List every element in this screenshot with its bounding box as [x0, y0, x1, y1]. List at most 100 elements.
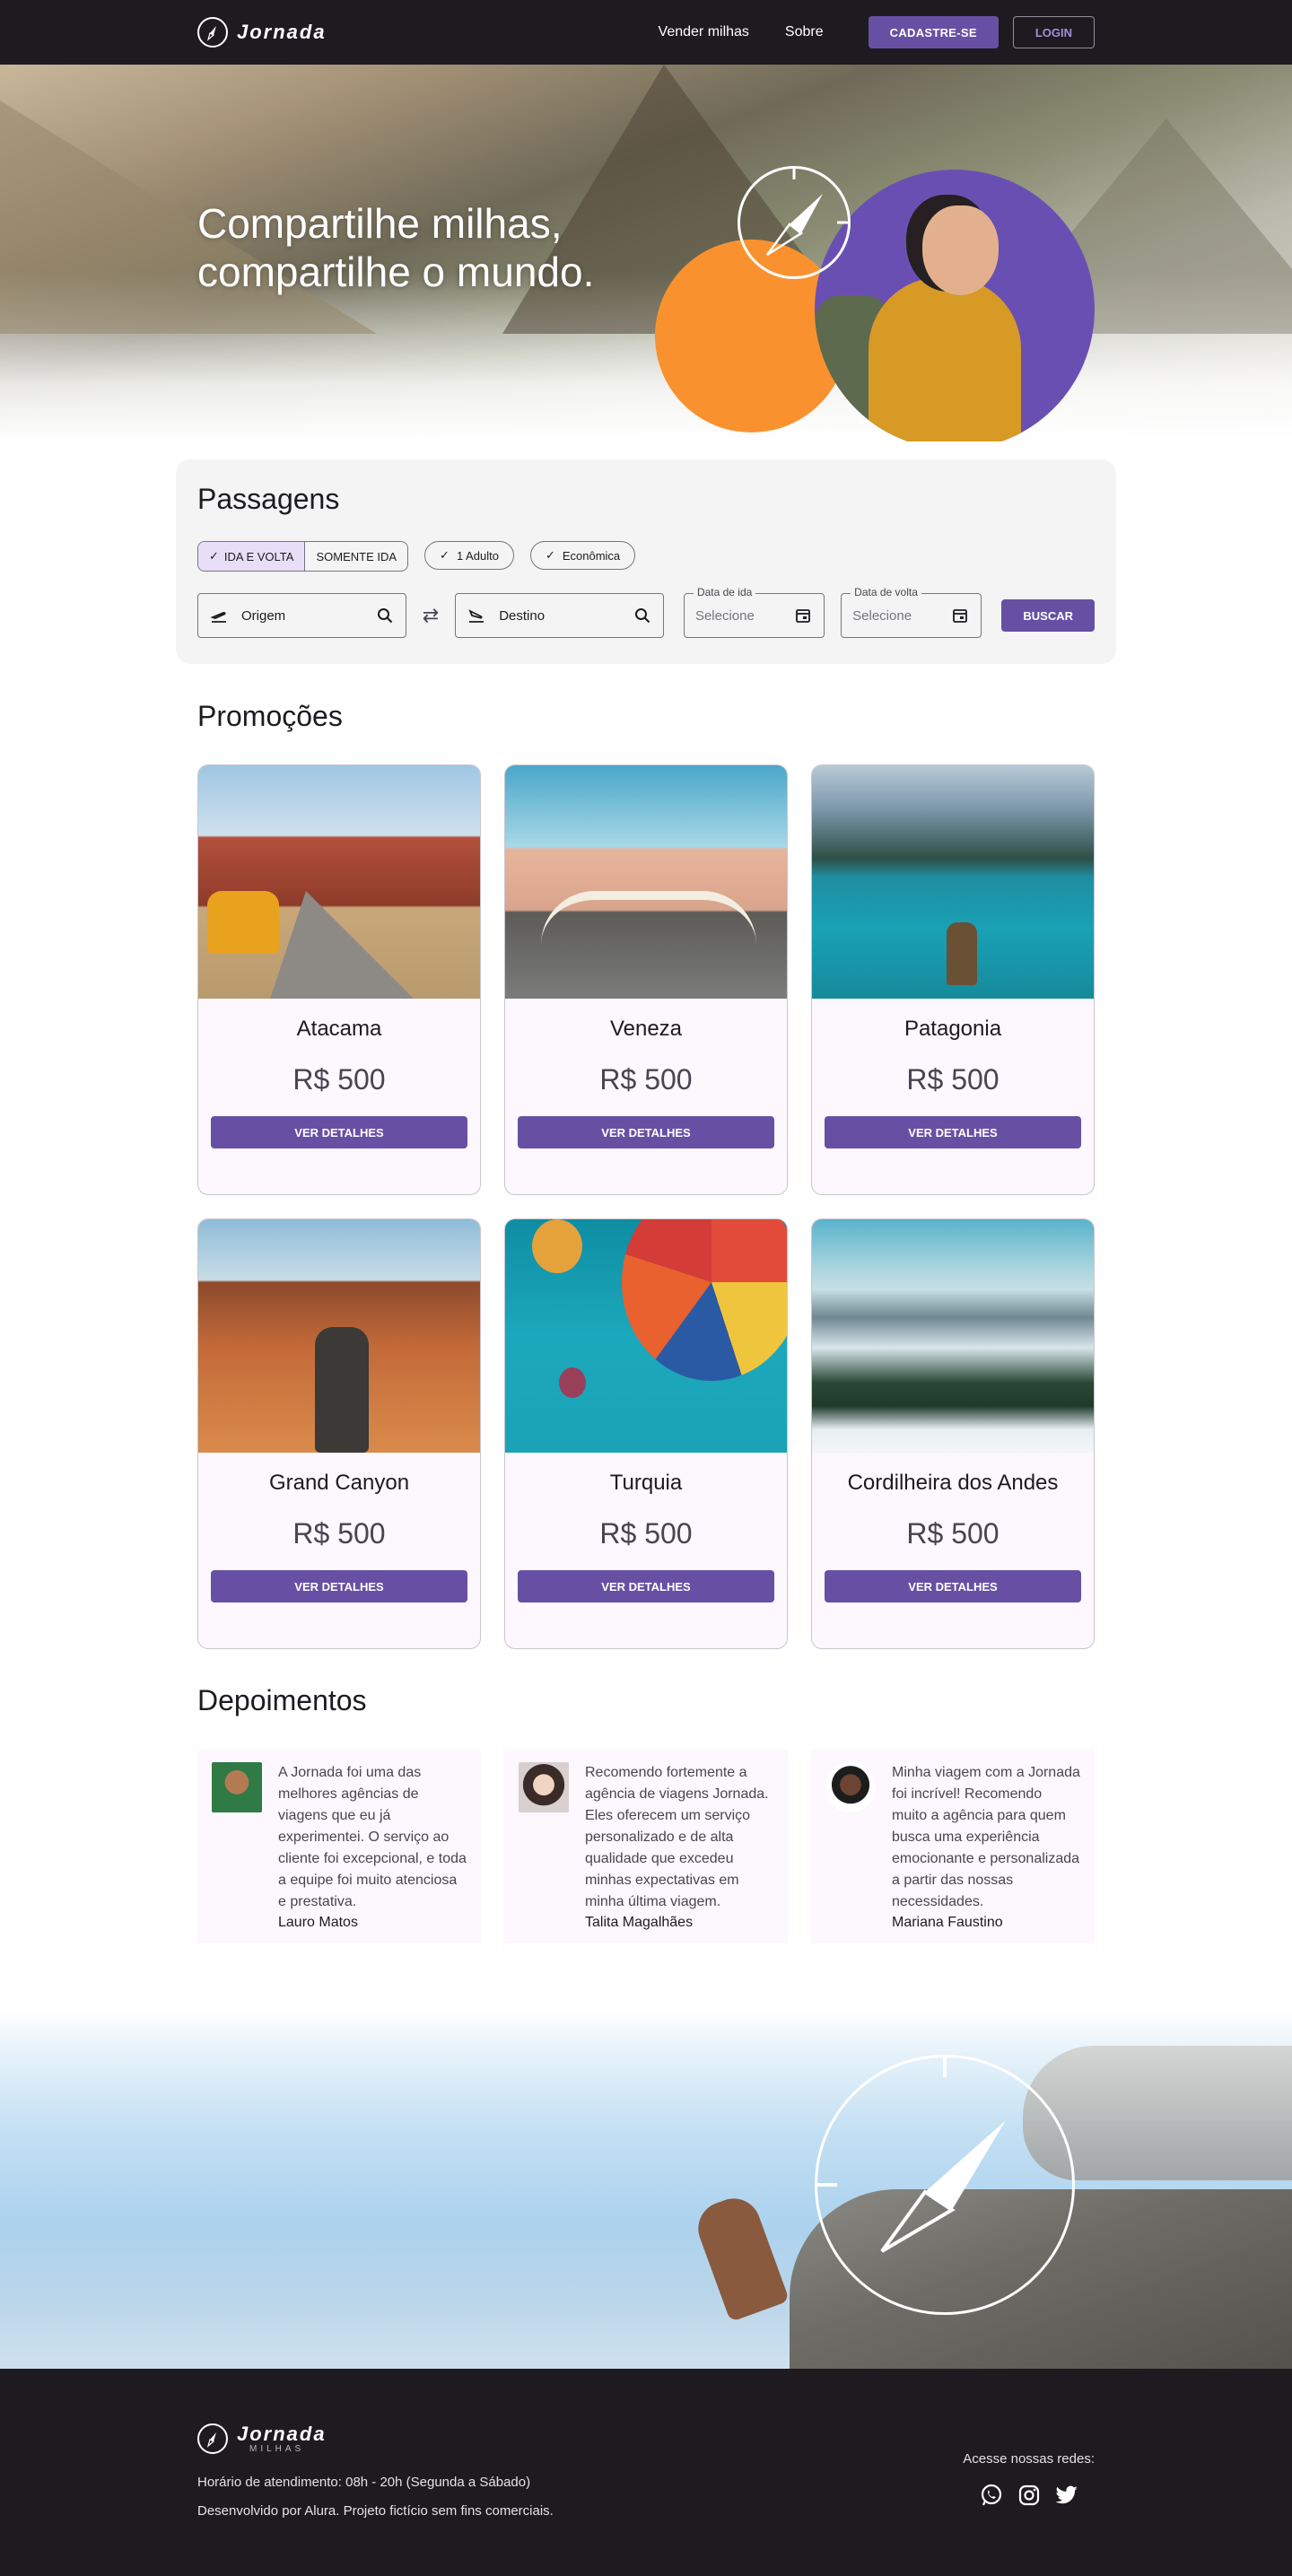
promo-name: Turquia: [609, 1471, 683, 1495]
promo-name: Atacama: [296, 1017, 382, 1041]
nav-link-vender-milhas[interactable]: Vender milhas: [659, 24, 749, 40]
balloon-shape: [622, 1219, 787, 1381]
promo-price: R$ 500: [292, 1063, 386, 1096]
social-label: Acesse nossas redes:: [963, 2451, 1095, 2467]
testimonial-author: Mariana Faustino: [892, 1915, 1003, 1930]
testimonial-text: A Jornada foi uma das melhores agências …: [278, 1765, 467, 1909]
bridge-shape: [541, 891, 756, 945]
promo-price: R$ 500: [599, 1517, 693, 1550]
compass-icon: [738, 166, 851, 279]
return-date-field[interactable]: Data de volta Selecione: [841, 586, 982, 638]
compass-icon: [815, 2055, 1075, 2315]
search-button[interactable]: BUSCAR: [1001, 599, 1095, 632]
destination-placeholder: Destino: [499, 607, 546, 624]
trip-type-round-label: IDA E VOLTA: [223, 549, 294, 563]
traveler-jacket: [869, 277, 1021, 441]
promo-card-veneza: Veneza R$ 500 VER DETALHES: [504, 764, 788, 1195]
testimonials-title: Depoimentos: [197, 1684, 367, 1716]
passengers-label: 1 Adulto: [456, 548, 499, 563]
details-button[interactable]: VER DETALHES: [518, 1116, 774, 1148]
calendar-icon[interactable]: [793, 606, 813, 625]
hero-title-line1: Compartilhe milhas,: [197, 200, 563, 247]
origin-placeholder: Origem: [241, 607, 286, 624]
trip-type-round[interactable]: ✓ IDA E VOLTA: [198, 542, 306, 571]
search-icon[interactable]: [375, 606, 395, 625]
hero-title-line2: compartilhe o mundo.: [197, 249, 595, 295]
footer-logo[interactable]: Jornada MILHAS: [197, 2423, 1095, 2454]
footer: Jornada MILHAS Horário de atendimento: 0…: [0, 2369, 1292, 2576]
class-chip[interactable]: ✓ Econômica: [529, 541, 636, 570]
class-label: Econômica: [562, 548, 621, 563]
details-button[interactable]: VER DETALHES: [825, 1116, 1081, 1148]
details-button[interactable]: VER DETALHES: [825, 1570, 1081, 1602]
promo-image-atacama: [198, 765, 480, 999]
van-shape: [207, 891, 279, 954]
check-icon: ✓: [440, 548, 450, 562]
return-date-placeholder: Selecione: [852, 607, 912, 624]
twitter-icon[interactable]: [1054, 2483, 1079, 2508]
promo-name: Grand Canyon: [268, 1471, 410, 1495]
footer-brand-sub: MILHAS: [249, 2444, 305, 2454]
promo-image-veneza: [505, 765, 787, 999]
page: Jornada Vender milhas Sobre CADASTRE-SE …: [0, 0, 1292, 2576]
testimonial-author: Lauro Matos: [278, 1915, 358, 1930]
balloon-shape: [559, 1367, 586, 1398]
testimonial-text: Minha viagem com a Jornada foi incrível!…: [892, 1765, 1080, 1909]
nav-link-sobre[interactable]: Sobre: [785, 24, 824, 40]
promo-price: R$ 500: [599, 1063, 693, 1096]
footer-brand-name: Jornada: [237, 2423, 327, 2445]
avatar: [825, 1762, 876, 1812]
login-button[interactable]: LOGIN: [1012, 16, 1095, 48]
hero-banner: Compartilhe milhas, compartilhe o mundo.: [0, 65, 1292, 441]
testimonial-card: Recomendo fortemente a agência de viagen…: [504, 1750, 788, 1943]
details-button[interactable]: VER DETALHES: [211, 1116, 467, 1148]
trip-type-oneway[interactable]: SOMENTE IDA: [305, 542, 407, 571]
promo-name: Patagonia: [904, 1017, 1002, 1041]
search-icon[interactable]: [633, 606, 652, 625]
avatar: [212, 1762, 262, 1812]
promo-image-patagonia: [812, 765, 1094, 999]
business-hours: Horário de atendimento: 08h - 20h (Segun…: [197, 2475, 531, 2490]
balloon-shape: [532, 1219, 582, 1273]
testimonial-author: Talita Magalhães: [585, 1915, 694, 1930]
details-button[interactable]: VER DETALHES: [211, 1570, 467, 1602]
top-nav-bar: Jornada Vender milhas Sobre CADASTRE-SE …: [0, 0, 1292, 65]
plane-takeoff-icon: [209, 606, 229, 625]
instagram-icon[interactable]: [1017, 2483, 1042, 2508]
sitting-person: [690, 2190, 790, 2323]
check-icon: ✓: [209, 549, 219, 563]
return-date-label: Data de volta: [851, 586, 921, 598]
departure-date-field[interactable]: Data de ida Selecione: [683, 586, 825, 638]
brand-logo[interactable]: Jornada: [197, 17, 327, 48]
promo-image-andes: [812, 1219, 1094, 1453]
search-options: ✓ IDA E VOLTA SOMENTE IDA ✓ 1 Adulto ✓ E…: [197, 541, 1095, 572]
testimonial-text: Recomendo fortemente a agência de viagen…: [585, 1765, 769, 1909]
signup-button[interactable]: CADASTRE-SE: [868, 16, 999, 48]
trip-type-toggle: ✓ IDA E VOLTA SOMENTE IDA: [197, 541, 409, 572]
testimonials-list: A Jornada foi uma das melhores agências …: [197, 1750, 1095, 1943]
destination-field[interactable]: Destino: [455, 593, 664, 638]
whatsapp-icon[interactable]: [979, 2483, 1004, 2508]
promo-card-turquia: Turquia R$ 500 VER DETALHES: [504, 1218, 788, 1649]
credits: Desenvolvido por Alura. Projeto fictício…: [197, 2503, 554, 2519]
footer-brand: Jornada MILHAS: [237, 2423, 327, 2454]
promo-image-turquia: [505, 1219, 787, 1453]
compass-logo-icon: [197, 2423, 228, 2454]
footer-info: Horário de atendimento: 08h - 20h (Segun…: [197, 2468, 1095, 2526]
brand-name: Jornada: [237, 21, 327, 43]
traveler-head: [922, 205, 999, 295]
plane-landing-icon: [467, 606, 486, 625]
calendar-icon[interactable]: [950, 606, 970, 625]
compass-logo-icon: [197, 17, 228, 48]
promo-price: R$ 500: [906, 1517, 1000, 1550]
details-button[interactable]: VER DETALHES: [518, 1570, 774, 1602]
promo-name: Veneza: [609, 1017, 683, 1041]
swap-icon[interactable]: ⇄: [423, 604, 439, 627]
passengers-chip[interactable]: ✓ 1 Adulto: [424, 541, 514, 570]
promo-price: R$ 500: [292, 1517, 386, 1550]
hiker-shape: [947, 922, 977, 985]
promo-card-grand-canyon: Grand Canyon R$ 500 VER DETALHES: [197, 1218, 481, 1649]
promo-price: R$ 500: [906, 1063, 1000, 1096]
promotions-grid: Atacama R$ 500 VER DETALHES Veneza R$ 50…: [197, 764, 1095, 1649]
origin-field[interactable]: Origem: [197, 593, 406, 638]
